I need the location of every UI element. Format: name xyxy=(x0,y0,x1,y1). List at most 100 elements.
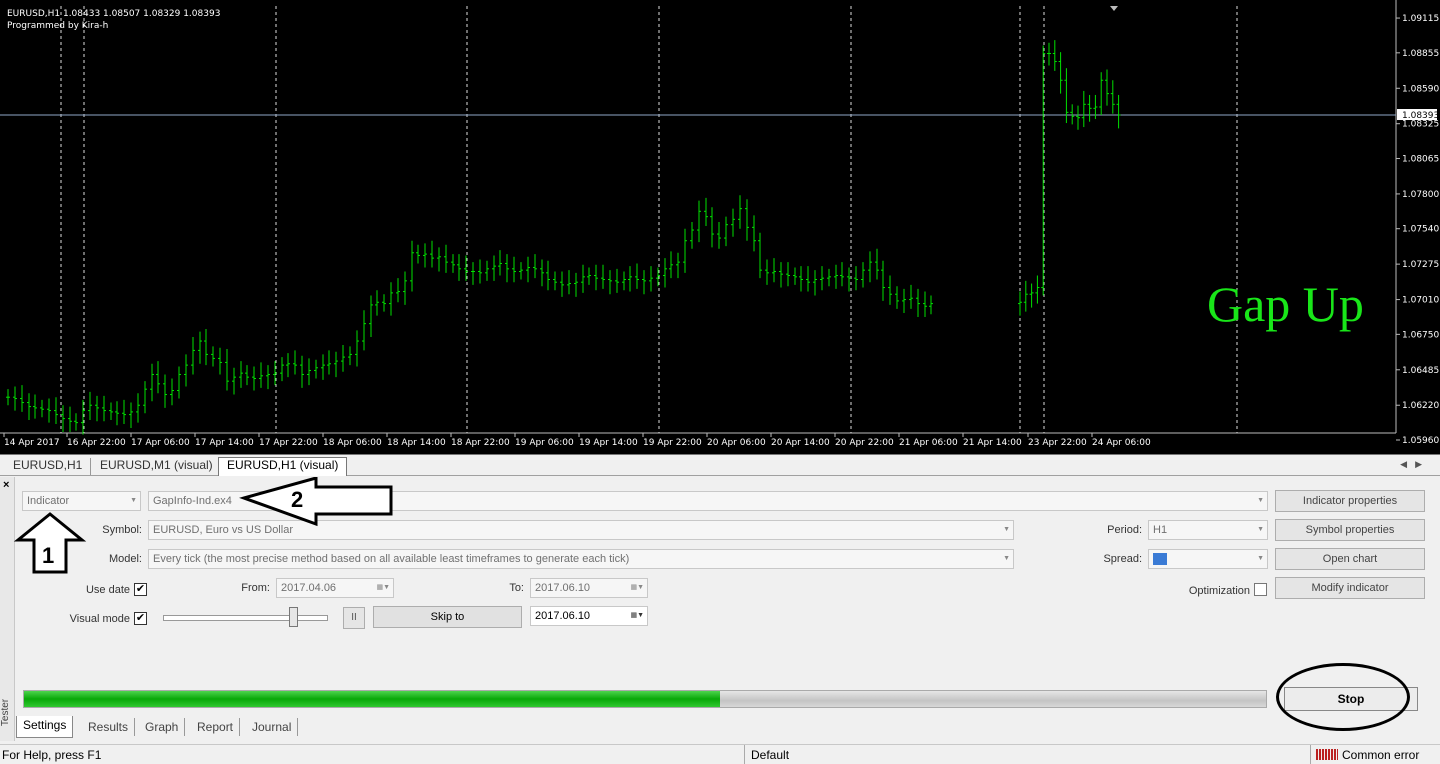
to-date-value: 2017.06.10 xyxy=(535,582,591,594)
symbol-value: EURUSD, Euro vs US Dollar xyxy=(153,524,293,536)
chart-header: EURUSD,H1 1.08433 1.08507 1.08329 1.0839… xyxy=(7,9,221,19)
status-divider xyxy=(744,745,745,764)
use-date-label: Use date xyxy=(85,584,130,596)
chevron-down-icon: ▼ xyxy=(1257,555,1264,562)
time-tick-label: 17 Apr 14:00 xyxy=(195,438,254,448)
chevron-down-icon: ▼ xyxy=(1257,526,1264,533)
tab-report[interactable]: Report xyxy=(191,718,241,736)
time-tick-label: 17 Apr 22:00 xyxy=(259,438,318,448)
use-date-checkbox[interactable]: ✔ xyxy=(134,583,147,596)
optimization-label: Optimization xyxy=(1188,585,1250,597)
highlight-ellipse xyxy=(1276,663,1410,731)
close-icon[interactable]: × xyxy=(3,479,9,491)
visual-mode-checkbox[interactable]: ✔ xyxy=(134,612,147,625)
time-tick-label: 19 Apr 22:00 xyxy=(643,438,702,448)
price-tick-label: 1.08325 xyxy=(1402,120,1439,130)
strategy-tester-panel: × Tester Indicator ▼ GapInfo-Ind.ex4 ▼ Sym… xyxy=(0,477,1440,741)
spread-value: 10 xyxy=(1153,553,1168,565)
tester-side-strip: × Tester xyxy=(0,477,15,741)
time-tick-label: 23 Apr 22:00 xyxy=(1028,438,1087,448)
file-select[interactable]: GapInfo-Ind.ex4 ▼ xyxy=(148,491,1268,511)
time-tick-label: 19 Apr 14:00 xyxy=(579,438,638,448)
period-label: Period: xyxy=(1107,524,1142,536)
price-tick-label: 1.09115 xyxy=(1402,14,1439,24)
from-date-value: 2017.04.06 xyxy=(281,582,337,594)
price-tick-label: 1.08855 xyxy=(1402,49,1439,59)
from-label: From: xyxy=(241,582,270,594)
price-tick-label: 1.07800 xyxy=(1402,190,1439,200)
gap-up-label: Gap Up xyxy=(1207,276,1364,332)
visual-speed-slider-track[interactable] xyxy=(163,615,328,621)
time-tick-label: 17 Apr 06:00 xyxy=(131,438,190,448)
test-progress-fill xyxy=(24,691,720,707)
time-tick-label: 20 Apr 22:00 xyxy=(835,438,894,448)
skip-date-input[interactable]: 2017.06.10 ▦▼ xyxy=(530,606,648,626)
annotation-number-1: 1 xyxy=(42,543,54,568)
calendar-icon[interactable]: ▦▼ xyxy=(630,579,644,597)
time-tick-label: 18 Apr 06:00 xyxy=(323,438,382,448)
indicator-properties-button[interactable]: Indicator properties xyxy=(1275,490,1425,512)
symbol-properties-button[interactable]: Symbol properties xyxy=(1275,519,1425,541)
calendar-icon[interactable]: ▦▼ xyxy=(376,579,390,597)
mode-select[interactable]: Indicator ▼ xyxy=(22,491,141,511)
tab-eurusd-m1-visual[interactable]: EURUSD,M1 (visual) xyxy=(92,458,222,475)
price-tick-label: 1.07540 xyxy=(1402,225,1439,235)
time-tick-label: 21 Apr 06:00 xyxy=(899,438,958,448)
price-tick-label: 1.05960 xyxy=(1402,436,1439,446)
model-select[interactable]: Every tick (the most precise method base… xyxy=(148,549,1014,569)
time-tick-label: 18 Apr 22:00 xyxy=(451,438,510,448)
test-progress-bar xyxy=(23,690,1267,708)
optimization-checkbox[interactable] xyxy=(1254,583,1267,596)
price-tick-label: 1.08590 xyxy=(1402,84,1439,94)
calendar-icon[interactable]: ▦▼ xyxy=(630,607,644,625)
to-date-input[interactable]: 2017.06.10 ▦▼ xyxy=(530,578,648,598)
time-tick-label: 21 Apr 14:00 xyxy=(963,438,1022,448)
model-value: Every tick (the most precise method base… xyxy=(153,553,630,565)
price-tick-label: 1.07275 xyxy=(1402,260,1439,270)
connection-bars-icon xyxy=(1316,749,1338,760)
tab-settings[interactable]: Settings xyxy=(16,716,74,738)
from-date-input[interactable]: 2017.04.06 ▦▼ xyxy=(276,578,394,598)
modify-indicator-button[interactable]: Modify indicator xyxy=(1275,577,1425,599)
chevron-down-icon: ▼ xyxy=(1257,497,1264,504)
time-tick-label: 16 Apr 22:00 xyxy=(67,438,126,448)
status-divider xyxy=(1310,745,1311,764)
status-profile: Default xyxy=(751,748,790,762)
tab-journal[interactable]: Journal xyxy=(246,718,299,736)
tab-graph[interactable]: Graph xyxy=(139,718,186,736)
status-bar: For Help, press F1 Default Common error xyxy=(0,744,1440,764)
chart-tabs: EURUSD,H1 EURUSD,M1 (visual) EURUSD,H1 (… xyxy=(0,456,1440,476)
chart-canvas[interactable]: 1.09115 1.08855 1.08590 1.08325 1.08065 1.078… xyxy=(0,0,1440,455)
skip-to-button[interactable]: Skip to xyxy=(373,606,522,628)
time-tick-label: 20 Apr 14:00 xyxy=(771,438,830,448)
price-tick-label: 1.06485 xyxy=(1402,366,1439,376)
period-select[interactable]: H1 ▼ xyxy=(1148,520,1268,540)
chevron-down-icon: ▼ xyxy=(1003,526,1010,533)
mode-value: Indicator xyxy=(27,495,70,507)
time-tick-label: 20 Apr 06:00 xyxy=(707,438,766,448)
visual-speed-slider-thumb[interactable] xyxy=(289,607,298,627)
tab-scroll-arrows[interactable]: ◀▶ xyxy=(1400,459,1430,470)
tab-results[interactable]: Results xyxy=(82,718,136,736)
current-price-label: 1.08393 xyxy=(1402,111,1439,121)
open-chart-button[interactable]: Open chart xyxy=(1275,548,1425,570)
to-label: To: xyxy=(509,582,524,594)
price-chart[interactable]: 1.09115 1.08855 1.08590 1.08325 1.08065 1.078… xyxy=(0,0,1440,455)
model-label: Model: xyxy=(108,553,142,565)
time-tick-label: 18 Apr 14:00 xyxy=(387,438,446,448)
time-tick-label: 19 Apr 06:00 xyxy=(515,438,574,448)
spread-select[interactable]: 10 ▼ xyxy=(1148,549,1268,569)
tab-eurusd-h1-visual[interactable]: EURUSD,H1 (visual) xyxy=(218,457,348,476)
price-tick-label: 1.06750 xyxy=(1402,330,1439,340)
pause-button[interactable]: II xyxy=(343,607,365,629)
time-tick-label: 24 Apr 06:00 xyxy=(1092,438,1151,448)
scroll-marker-icon xyxy=(1110,6,1118,11)
symbol-select[interactable]: EURUSD, Euro vs US Dollar ▼ xyxy=(148,520,1014,540)
spread-label: Spread: xyxy=(1103,553,1142,565)
tab-eurusd-h1[interactable]: EURUSD,H1 xyxy=(5,458,92,475)
price-tick-label: 1.06220 xyxy=(1402,401,1439,411)
chevron-down-icon: ▼ xyxy=(130,497,137,504)
status-connection: Common error xyxy=(1342,748,1420,762)
price-tick-label: 1.07010 xyxy=(1402,296,1439,306)
chart-credit: Programmed by Kira-h xyxy=(7,21,109,31)
